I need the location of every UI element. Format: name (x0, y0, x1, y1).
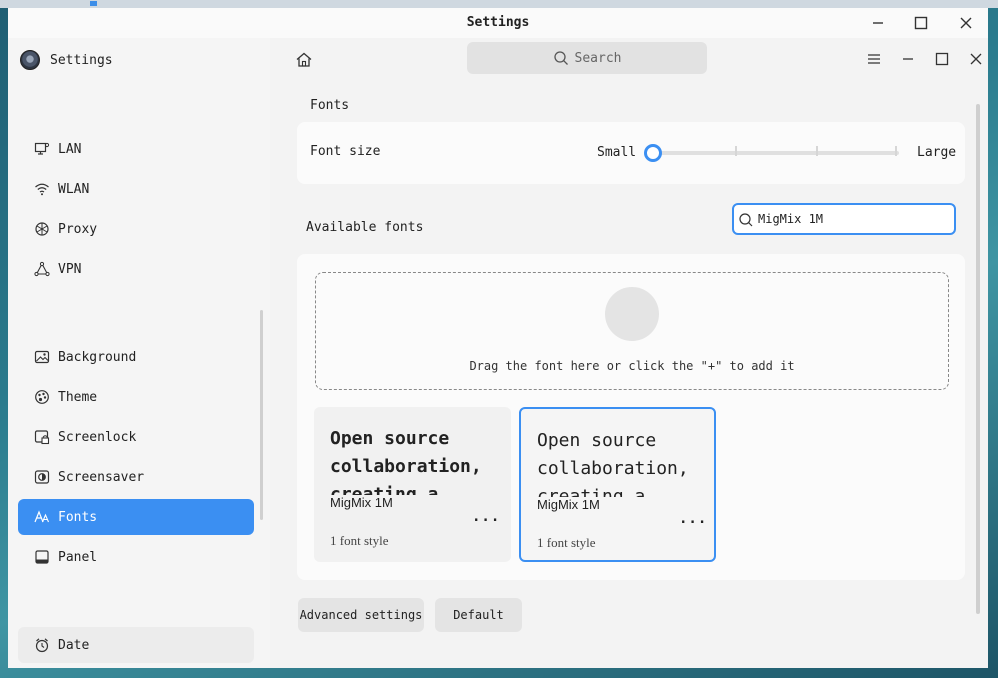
font-preview-text: Open source collaboration, creating a be… (537, 430, 689, 497)
sidebar-item-label: Date (58, 637, 90, 653)
sidebar-item-label: Background (58, 349, 137, 365)
font-size-label: Font size (310, 144, 381, 159)
main-panel: Search Fonts Font size Small Large Avail… (270, 38, 988, 668)
font-size-slider-track[interactable] (647, 151, 899, 155)
app-header: Settings (20, 50, 113, 70)
sidebar: Settings LAN WLAN Proxy VPN Background T… (8, 38, 270, 668)
desktop-indicator (90, 1, 97, 6)
main-menu-button[interactable] (863, 49, 885, 69)
font-preview-text: Open source collaboration, creating a be… (330, 428, 482, 495)
minimize-icon (903, 58, 913, 60)
panel-icon (34, 549, 50, 565)
window-title: Settings (466, 15, 530, 30)
search-icon (553, 51, 568, 65)
screensaver-icon (34, 469, 50, 485)
sidebar-item-vpn[interactable]: VPN (18, 251, 254, 287)
font-tile-selected[interactable]: Open source collaboration, creating a be… (519, 407, 716, 562)
slider-tick (895, 146, 897, 156)
minimize-icon (873, 22, 883, 24)
font-style-count: 1 font style (537, 535, 596, 550)
app-maximize-button[interactable] (931, 49, 953, 69)
sidebar-item-screensaver[interactable]: Screensaver (18, 459, 254, 495)
clock-icon (34, 637, 50, 653)
lan-icon (34, 141, 50, 157)
search-placeholder: Search (574, 50, 622, 66)
font-search-input[interactable] (758, 212, 948, 226)
add-font-button[interactable] (605, 287, 659, 341)
maximize-icon (935, 52, 949, 66)
search-icon (739, 213, 753, 227)
slider-tick (816, 146, 818, 156)
sidebar-scrollbar[interactable] (260, 310, 263, 520)
wifi-icon (34, 181, 50, 197)
desktop-top-strip (0, 0, 998, 8)
font-drop-zone[interactable]: Drag the font here or click the "+" to a… (315, 272, 949, 390)
close-icon (960, 17, 972, 29)
more-options-button[interactable]: ... (472, 509, 500, 525)
close-icon (970, 53, 982, 65)
sidebar-item-label: Theme (58, 389, 98, 405)
drop-zone-text: Drag the font here or click the "+" to a… (469, 359, 795, 373)
maximize-icon (914, 16, 928, 30)
page-title: Fonts (310, 98, 350, 113)
slider-tick (735, 146, 737, 156)
sidebar-item-label: Fonts (58, 509, 98, 525)
app-close-button[interactable] (965, 49, 987, 69)
maximize-button[interactable] (910, 13, 932, 33)
sidebar-item-fonts[interactable]: Fonts (18, 499, 254, 535)
fonts-icon (34, 509, 50, 525)
font-size-card: Font size Small Large (297, 122, 965, 184)
font-style-count: 1 font style (330, 533, 389, 548)
main-scrollbar[interactable] (976, 104, 980, 614)
sidebar-item-screenlock[interactable]: Screenlock (18, 419, 254, 455)
advanced-settings-button[interactable]: Advanced settings (298, 598, 424, 632)
sidebar-item-label: Panel (58, 549, 98, 565)
font-size-min-label: Small (597, 145, 637, 160)
palette-icon (34, 389, 50, 405)
more-options-button[interactable]: ... (679, 511, 707, 527)
font-name: MigMix 1M (537, 497, 600, 512)
font-size-slider-handle[interactable] (644, 144, 662, 162)
font-list-card: Drag the font here or click the "+" to a… (297, 254, 965, 580)
sidebar-item-theme[interactable]: Theme (18, 379, 254, 415)
minimize-button[interactable] (867, 13, 889, 33)
font-name: MigMix 1M (330, 495, 393, 510)
title-bar: Settings (8, 8, 988, 38)
sidebar-item-label: LAN (58, 141, 82, 157)
sidebar-item-wlan[interactable]: WLAN (18, 171, 254, 207)
screenlock-icon (34, 429, 50, 445)
proxy-icon (34, 221, 50, 237)
sidebar-item-label: Proxy (58, 221, 98, 237)
sidebar-item-lan[interactable]: LAN (18, 131, 254, 167)
sidebar-item-label: VPN (58, 261, 82, 277)
vpn-icon (34, 261, 50, 277)
hamburger-icon (868, 54, 880, 64)
home-button[interactable] (294, 50, 314, 70)
close-button[interactable] (955, 13, 977, 33)
default-button[interactable]: Default (435, 598, 522, 632)
settings-app-icon (20, 50, 40, 70)
available-fonts-label: Available fonts (306, 220, 424, 235)
sidebar-item-label: Screensaver (58, 469, 145, 485)
sidebar-item-proxy[interactable]: Proxy (18, 211, 254, 247)
app-name: Settings (50, 52, 113, 68)
font-tile[interactable]: Open source collaboration, creating a be… (314, 407, 511, 562)
home-icon (296, 52, 312, 67)
sidebar-item-label: Screenlock (58, 429, 137, 445)
app-minimize-button[interactable] (897, 49, 919, 69)
settings-window: Settings Settings LAN WLAN Proxy VPN Bac… (8, 8, 988, 668)
font-size-max-label: Large (917, 145, 957, 160)
search-input[interactable]: Search (467, 42, 707, 74)
sidebar-item-panel[interactable]: Panel (18, 539, 254, 575)
sidebar-item-label: WLAN (58, 181, 90, 197)
font-search-field[interactable] (732, 203, 956, 235)
image-icon (34, 349, 50, 365)
sidebar-item-background[interactable]: Background (18, 339, 254, 375)
sidebar-item-date[interactable]: Date (18, 627, 254, 663)
